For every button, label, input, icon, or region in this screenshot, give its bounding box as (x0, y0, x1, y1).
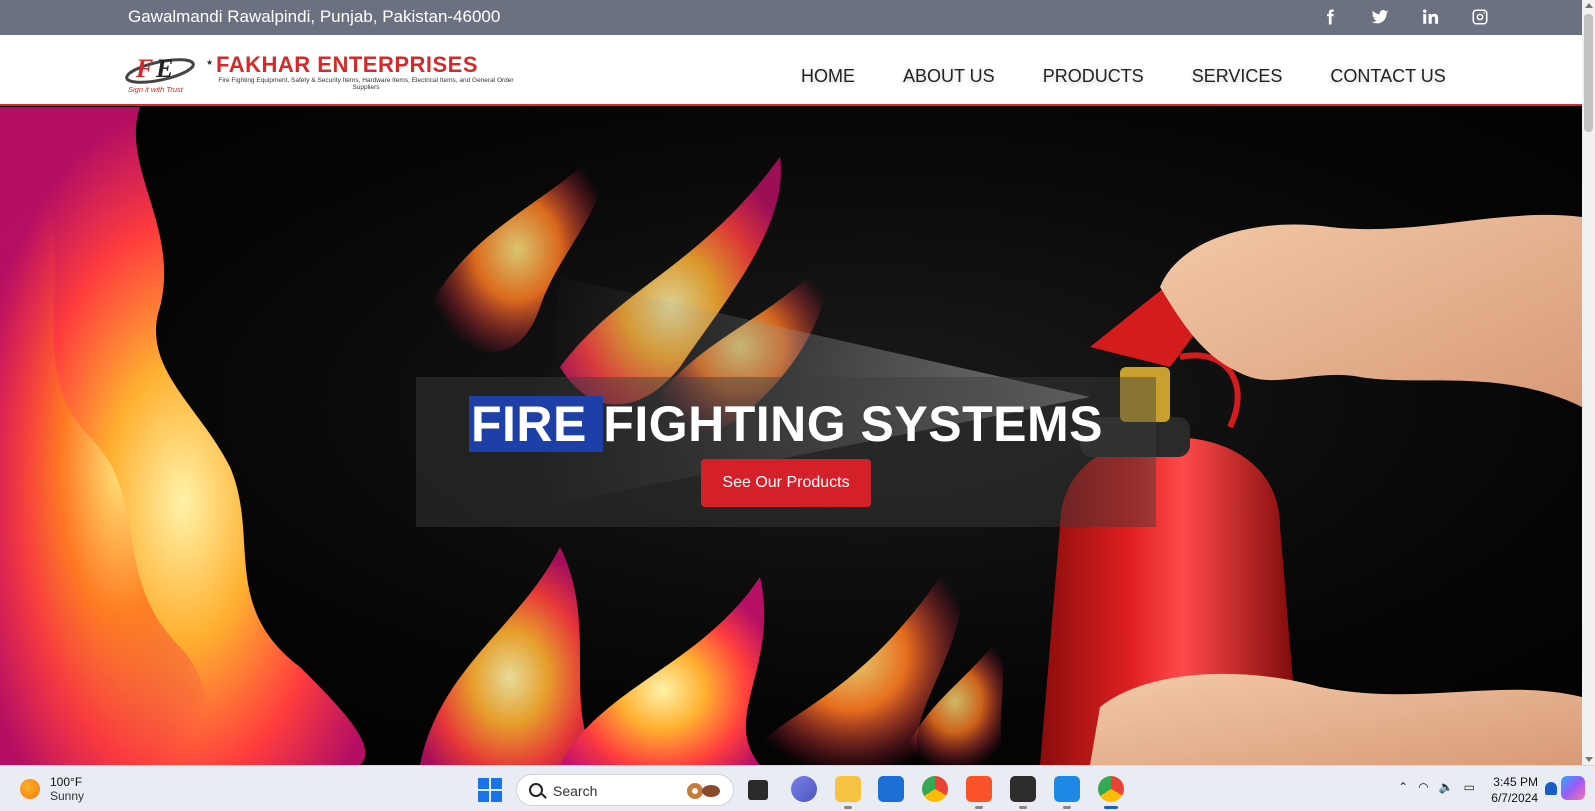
clock-date: 6/7/2024 (1491, 791, 1538, 805)
taskbar-search[interactable]: Search (516, 774, 734, 806)
nav-services[interactable]: SERVICES (1192, 66, 1283, 87)
site-header: F E ★ FAKHAR ENTERPRISES Fire Fighting E… (0, 35, 1582, 106)
volume-icon[interactable]: 🔈 (1439, 780, 1454, 794)
sun-icon (20, 779, 40, 799)
hero-caption: FIRE FIGHTING SYSTEMS See Our Products (416, 377, 1156, 527)
taskbar-clock[interactable]: 3:45 PM 6/7/2024 (1491, 774, 1538, 806)
search-placeholder: Search (553, 783, 598, 799)
chrome-profile-icon[interactable] (1098, 776, 1124, 809)
scrollbar-thumb[interactable] (1584, 14, 1593, 132)
windows-taskbar: 100°F Sunny Search ⌃ ◠ 🔈 ▭ 3:45 PM 6/7/2… (0, 765, 1595, 811)
see-our-products-button[interactable]: See Our Products (701, 459, 871, 507)
system-tray: ⌃ ◠ 🔈 ▭ (1398, 780, 1475, 794)
scroll-down-icon[interactable] (1585, 757, 1593, 762)
page-scrollbar[interactable] (1582, 0, 1595, 765)
facebook-icon[interactable] (1320, 7, 1340, 27)
nav-home[interactable]: HOME (801, 66, 855, 87)
brand-tagline: Sign it with Trust (128, 85, 183, 94)
vscode-icon[interactable] (1054, 776, 1080, 809)
battery-icon[interactable]: ▭ (1464, 780, 1475, 794)
terminal-icon[interactable] (1010, 776, 1036, 809)
search-icon (529, 783, 543, 797)
nav-about-us[interactable]: ABOUT US (903, 66, 995, 87)
browser-page: Gawalmandi Rawalpindi, Punjab, Pakistan-… (0, 0, 1595, 811)
teams-chat-icon[interactable] (791, 776, 817, 802)
clock-time: 3:45 PM (1493, 775, 1538, 789)
twitter-icon[interactable] (1370, 7, 1390, 27)
svg-text:F: F (135, 54, 153, 83)
windows-start-icon[interactable] (478, 778, 502, 802)
brand-name: FAKHAR ENTERPRISES (216, 52, 479, 77)
tray-expand-icon[interactable]: ⌃ (1398, 780, 1408, 794)
task-view-icon[interactable] (748, 780, 768, 800)
instagram-icon[interactable] (1470, 7, 1490, 27)
search-highlight-donut-icon (687, 783, 720, 799)
hero-banner: FIRE FIGHTING SYSTEMS See Our Products (0, 107, 1582, 765)
wifi-icon[interactable]: ◠ (1418, 780, 1428, 794)
address-text: Gawalmandi Rawalpindi, Punjab, Pakistan-… (128, 7, 501, 26)
chrome-icon[interactable] (922, 776, 948, 802)
scroll-up-icon[interactable] (1585, 3, 1593, 8)
nav-contact-us[interactable]: CONTACT US (1330, 66, 1445, 87)
copilot-icon[interactable] (1561, 776, 1585, 800)
microsoft-store-icon[interactable] (878, 776, 904, 802)
top-info-bar: Gawalmandi Rawalpindi, Punjab, Pakistan-… (0, 0, 1582, 35)
svg-text:E: E (155, 54, 173, 83)
hero-title-rest: FIGHTING SYSTEMS (603, 396, 1103, 452)
weather-widget[interactable]: 100°F Sunny (20, 775, 84, 803)
weather-temperature: 100°F (50, 775, 83, 789)
site-logo[interactable]: F E ★ FAKHAR ENTERPRISES Fire Fighting E… (124, 49, 524, 95)
notification-bell-icon[interactable] (1545, 782, 1557, 795)
linkedin-icon[interactable] (1420, 7, 1440, 27)
social-links (1320, 7, 1490, 27)
hero-title: FIRE FIGHTING SYSTEMS (416, 395, 1156, 453)
brave-browser-icon[interactable] (966, 776, 992, 809)
nav-products[interactable]: PRODUCTS (1043, 66, 1144, 87)
file-explorer-icon[interactable] (835, 776, 861, 809)
main-nav: HOME ABOUT US PRODUCTS SERVICES CONTACT … (801, 66, 1446, 87)
hero-title-selected-text: FIRE (469, 396, 604, 452)
brand-subtitle: Fire Fighting Equipment, Safety & Securi… (218, 77, 514, 91)
svg-text:★: ★ (206, 58, 213, 67)
weather-condition: Sunny (50, 789, 85, 803)
